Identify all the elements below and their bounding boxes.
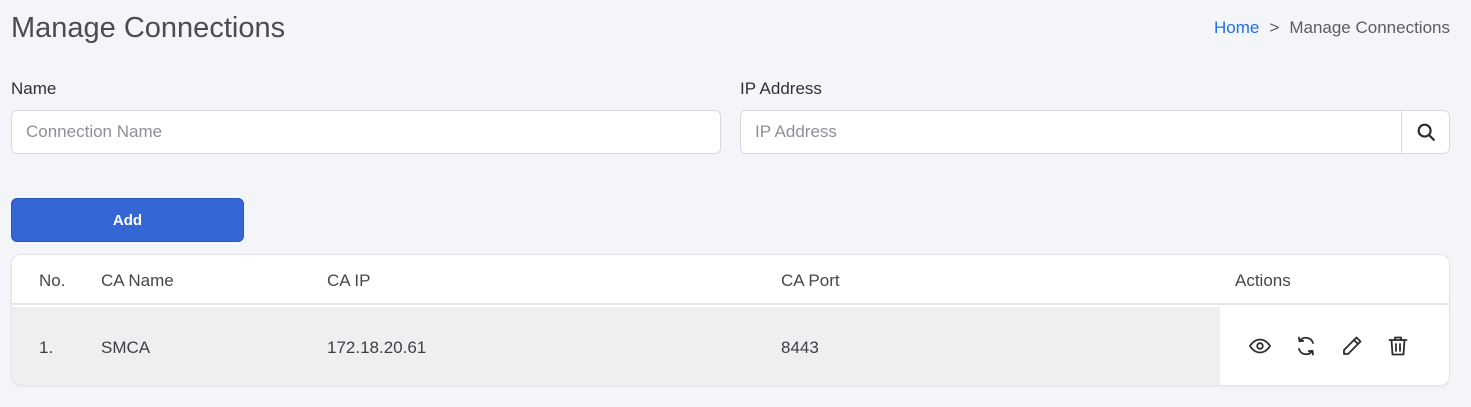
search-button[interactable] xyxy=(1401,110,1450,154)
breadcrumb-home-link[interactable]: Home xyxy=(1214,18,1259,38)
page-title: Manage Connections xyxy=(11,12,286,44)
trash-icon xyxy=(1388,336,1408,356)
column-header-no: No. xyxy=(39,271,66,290)
column-header-ca-ip: CA IP xyxy=(327,271,371,290)
table-row: 1. SMCA 172.18.20.61 8443 xyxy=(12,307,1449,385)
row-number: 1. xyxy=(39,338,54,357)
breadcrumb-separator: > xyxy=(1269,18,1280,37)
breadcrumb-current: Manage Connections xyxy=(1289,18,1450,37)
ca-ip-cell: 172.18.20.61 xyxy=(327,338,427,357)
name-label: Name xyxy=(11,79,57,98)
row-actions xyxy=(1220,307,1449,385)
ca-name-cell: SMCA xyxy=(101,338,151,357)
delete-button[interactable] xyxy=(1382,330,1414,362)
add-button[interactable]: Add xyxy=(11,198,244,242)
column-header-ca-port: CA Port xyxy=(781,271,840,290)
ca-port-cell: 8443 xyxy=(781,338,819,357)
refresh-button[interactable] xyxy=(1290,330,1322,362)
refresh-icon xyxy=(1298,336,1314,356)
edit-icon xyxy=(1343,336,1362,355)
eye-icon xyxy=(1249,338,1271,354)
edit-button[interactable] xyxy=(1336,330,1368,362)
search-icon xyxy=(1417,123,1435,141)
breadcrumb: Home > Manage Connections xyxy=(1214,18,1450,38)
column-header-ca-name: CA Name xyxy=(101,271,174,290)
table-header: No. CA Name CA IP CA Port Actions xyxy=(12,255,1449,305)
column-header-actions: Actions xyxy=(1235,271,1291,290)
view-button[interactable] xyxy=(1244,330,1276,362)
ip-address-label: IP Address xyxy=(740,79,822,98)
ip-address-input[interactable] xyxy=(740,110,1403,154)
connection-name-input[interactable] xyxy=(11,110,721,154)
connections-table: No. CA Name CA IP CA Port Actions 1. SMC… xyxy=(11,254,1450,386)
